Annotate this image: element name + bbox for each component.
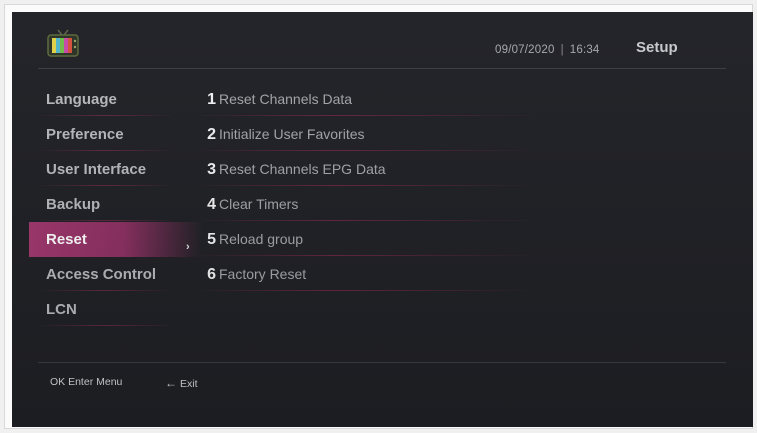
exit-hint[interactable]: ← Exit (165, 376, 198, 390)
menu-item-label: Reset (46, 231, 87, 248)
menu-item-reset[interactable]: Reset (29, 222, 202, 257)
option-reload-group[interactable]: 5 Reload group (202, 222, 542, 257)
option-label: Clear Timers (219, 196, 299, 212)
footer-divider (38, 362, 726, 363)
option-number: 2 (207, 126, 216, 143)
menu-item-label: Language (46, 91, 117, 108)
menu-item-label: LCN (46, 301, 77, 318)
menu-item-preference[interactable]: Preference (12, 117, 202, 152)
menu-item-access-control[interactable]: Access Control (12, 257, 202, 292)
option-divider (202, 185, 532, 186)
menu-item-label: User Interface (46, 161, 147, 178)
option-divider (202, 220, 532, 221)
settings-menu: Language Preference User Interface Backu… (12, 82, 202, 327)
option-divider (202, 115, 532, 116)
option-number: 4 (207, 196, 216, 213)
menu-divider (40, 325, 172, 326)
option-factory-reset[interactable]: 6 Factory Reset (202, 257, 542, 292)
option-divider (202, 255, 532, 256)
header-divider (38, 68, 726, 69)
option-number: 6 (207, 266, 216, 283)
menu-item-language[interactable]: Language (12, 82, 202, 117)
datetime: 09/07/2020 | 16:34 (495, 44, 600, 56)
datetime-separator: | (560, 44, 564, 56)
reset-options-list: 1 Reset Channels Data 2 Initialize User Fa… (202, 82, 542, 292)
option-label: Reload group (219, 231, 304, 247)
option-label: Reset Channels Data (219, 91, 353, 107)
menu-item-label: Preference (46, 126, 124, 143)
menu-divider (40, 290, 172, 291)
option-initialize-user-favorites[interactable]: 2 Initialize User Favorites (202, 117, 542, 152)
option-divider (202, 290, 532, 291)
exit-label: Exit (180, 378, 198, 390)
menu-divider (40, 115, 172, 116)
menu-item-user-interface[interactable]: User Interface (12, 152, 202, 187)
menu-item-backup[interactable]: Backup (12, 187, 202, 222)
option-label: Initialize User Favorites (219, 126, 365, 142)
option-clear-timers[interactable]: 4 Clear Timers (202, 187, 542, 222)
menu-item-label: Backup (46, 196, 101, 213)
menu-divider (40, 185, 172, 186)
tv-icon (47, 29, 79, 57)
option-number: 1 (207, 91, 216, 108)
menu-item-label: Access Control (46, 266, 157, 283)
option-label: Reset Channels EPG Data (219, 161, 386, 177)
menu-divider (40, 220, 172, 221)
option-reset-channels-data[interactable]: 1 Reset Channels Data (202, 82, 542, 117)
option-reset-channels-epg-data[interactable]: 3 Reset Channels EPG Data (202, 152, 542, 187)
ok-hint: OK Enter Menu (50, 376, 123, 388)
back-arrow-icon: ← (165, 376, 177, 390)
time-text: 16:34 (569, 44, 600, 56)
option-divider (202, 150, 532, 151)
chevron-right-icon: › (186, 241, 190, 253)
menu-item-lcn[interactable]: LCN (12, 292, 202, 327)
date-text: 09/07/2020 (495, 44, 555, 56)
page-title: Setup (636, 39, 678, 56)
tv-screen: 09/07/2020 | 16:34 Setup Language Preferen… (12, 12, 753, 427)
footer-hints: OK Enter Menu ← Exit (50, 376, 198, 390)
option-number: 3 (207, 161, 216, 178)
menu-divider (40, 150, 172, 151)
option-label: Factory Reset (219, 266, 307, 282)
option-number: 5 (207, 231, 216, 248)
